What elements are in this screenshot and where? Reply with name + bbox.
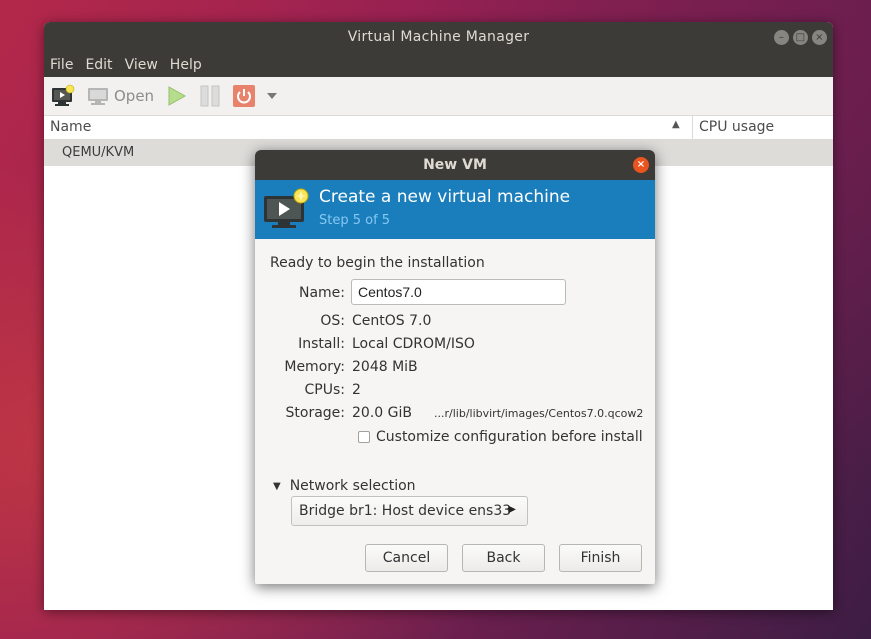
install-value: Local CDROM/ISO — [352, 336, 475, 352]
customize-label[interactable]: Customize configuration before install — [376, 429, 643, 445]
new-vm-icon — [52, 84, 75, 106]
expander-arrow-icon[interactable]: ▼ — [273, 481, 281, 492]
cpus-label: CPUs: — [304, 382, 345, 398]
cpus-value: 2 — [352, 382, 361, 398]
window-controls: – □ × — [774, 30, 827, 45]
install-label: Install: — [298, 336, 345, 352]
pause-button[interactable] — [198, 84, 222, 108]
dialog-titlebar: New VM × — [255, 150, 655, 180]
column-name-header[interactable]: Name — [50, 119, 91, 135]
shutdown-menu-button[interactable] — [266, 91, 278, 101]
power-icon — [233, 85, 256, 107]
storage-label: Storage: — [285, 405, 346, 421]
os-value: CentOS 7.0 — [352, 313, 432, 329]
dropdown-arrow-icon — [267, 93, 278, 99]
open-button[interactable]: Open — [86, 85, 154, 107]
menu-view[interactable]: View — [125, 57, 158, 73]
dialog-header-banner: Create a new virtual machine Step 5 of 5 — [255, 180, 655, 239]
play-icon — [168, 86, 187, 106]
menu-file[interactable]: File — [50, 57, 73, 73]
back-button[interactable]: Back — [462, 544, 545, 572]
finish-button[interactable]: Finish — [559, 544, 642, 572]
name-label: Name: — [298, 285, 345, 301]
ready-message: Ready to begin the installation — [270, 255, 485, 271]
storage-path: ...r/lib/libvirt/images/Centos7.0.qcow2 — [434, 407, 644, 420]
cancel-button[interactable]: Cancel — [365, 544, 448, 572]
customize-checkbox[interactable] — [358, 431, 370, 443]
menubar: File Edit View Help — [44, 53, 833, 77]
dialog-close-button[interactable]: × — [633, 157, 649, 173]
menu-edit[interactable]: Edit — [85, 57, 112, 73]
network-section-label[interactable]: Network selection — [290, 478, 416, 494]
new-vm-icon — [264, 188, 309, 228]
pause-icon — [200, 85, 220, 107]
column-cpu-header[interactable]: CPU usage — [699, 119, 774, 135]
shutdown-button[interactable] — [232, 84, 256, 108]
close-button[interactable]: × — [812, 30, 827, 45]
monitor-icon — [88, 88, 108, 105]
menu-help[interactable]: Help — [170, 57, 202, 73]
submenu-arrow-icon: ▶ — [508, 504, 516, 515]
connection-label: QEMU/KVM — [62, 145, 135, 160]
vm-name-input[interactable] — [351, 279, 566, 305]
run-button[interactable] — [164, 84, 188, 108]
column-header: Name ▲ CPU usage — [44, 115, 833, 140]
network-source-value: Bridge br1: Host device ens33 — [299, 503, 512, 519]
step-indicator: Step 5 of 5 — [319, 213, 391, 228]
open-label: Open — [114, 87, 155, 105]
memory-label: Memory: — [284, 359, 345, 375]
new-vm-dialog: New VM × Create a new virtual machine St… — [255, 150, 655, 584]
window-title: Virtual Machine Manager — [347, 29, 530, 45]
dialog-title: New VM — [423, 157, 487, 173]
memory-value: 2048 MiB — [352, 359, 418, 375]
main-titlebar: Virtual Machine Manager – □ × — [44, 22, 833, 53]
maximize-button[interactable]: □ — [793, 30, 808, 45]
os-label: OS: — [320, 313, 345, 329]
minimize-button[interactable]: – — [774, 30, 789, 45]
column-separator — [692, 116, 693, 140]
toolbar: Open — [44, 77, 833, 115]
customize-checkbox-row[interactable]: Customize configuration before install — [358, 429, 643, 445]
network-expander[interactable]: ▼ Network selection — [273, 478, 416, 494]
banner-title: Create a new virtual machine — [319, 187, 571, 207]
network-source-select[interactable]: Bridge br1: Host device ens33 ▶ — [291, 496, 528, 526]
storage-size: 20.0 GiB — [352, 405, 412, 421]
sort-arrow-icon[interactable]: ▲ — [672, 119, 680, 130]
new-vm-button[interactable] — [50, 83, 76, 109]
